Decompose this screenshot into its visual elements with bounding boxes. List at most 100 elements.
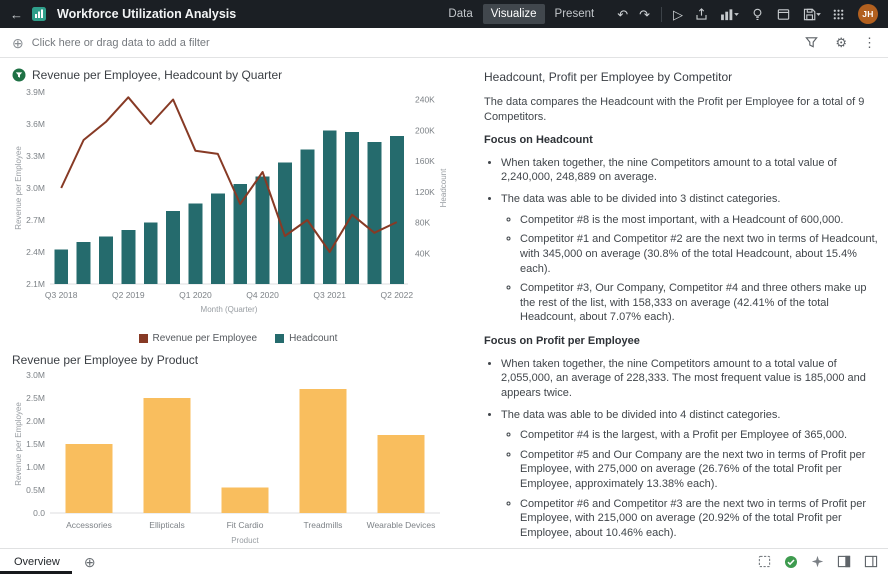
svg-text:1.0M: 1.0M [26, 462, 45, 472]
narrative-list: When taken together, the nine Competitor… [484, 357, 878, 548]
open-window-icon[interactable] [776, 7, 791, 22]
add-filter-icon[interactable]: ⊕ [12, 36, 24, 50]
svg-text:Wearable Devices: Wearable Devices [367, 520, 436, 530]
narrative-bullet: When taken together, the nine Competitor… [501, 156, 878, 185]
narrative-sub-bullet: Competitor #6 and Competitor #3 are the … [520, 497, 878, 541]
svg-text:40K: 40K [415, 248, 430, 258]
combo-chart-card[interactable]: Revenue per Employee, Headcount by Quart… [12, 66, 464, 351]
grid-menu-icon[interactable] [832, 8, 845, 21]
canvas-tab-overview[interactable]: Overview [0, 549, 78, 574]
svg-text:Q1 2020: Q1 2020 [179, 290, 212, 300]
toolbar-divider [661, 6, 662, 22]
svg-text:160K: 160K [415, 156, 435, 166]
svg-text:Treadmills: Treadmills [304, 520, 343, 530]
svg-text:3.6M: 3.6M [26, 119, 45, 129]
back-icon[interactable]: ← [10, 8, 23, 21]
bottom-panel-toggle-icon[interactable] [864, 555, 878, 568]
legend-swatch [138, 333, 148, 343]
add-canvas-icon[interactable]: ⊕ [84, 555, 96, 569]
legend-swatch [275, 333, 285, 343]
canvas-bar: Overview ⊕ [0, 548, 888, 574]
undo-icon[interactable]: ↶ [617, 8, 628, 21]
filter-bar: ⊕ Click here or drag data to add a filte… [0, 28, 888, 58]
narrative-sublist: Competitor #8 is the most important, wit… [501, 213, 878, 325]
charts-column: Revenue per Employee, Headcount by Quart… [0, 58, 466, 548]
svg-text:120K: 120K [415, 187, 435, 197]
quality-check-icon[interactable] [784, 555, 798, 569]
save-icon[interactable] [802, 7, 821, 22]
combo-chart-legend: Revenue per Employee Headcount [12, 330, 464, 346]
legend-label: Headcount [289, 332, 338, 344]
svg-text:Q3 2018: Q3 2018 [45, 290, 78, 300]
redo-icon[interactable]: ↷ [639, 8, 650, 21]
product-chart-card[interactable]: Revenue per Employee by Product 0.0 0.5M 1… [12, 351, 464, 560]
filter-funnel-icon[interactable] [804, 35, 819, 50]
filter-more-icon[interactable]: ⋮ [863, 36, 876, 49]
export-icon[interactable] [694, 7, 709, 22]
legend-item[interactable]: Revenue per Employee [138, 332, 258, 344]
svg-text:80K: 80K [415, 218, 430, 228]
svg-text:240K: 240K [415, 95, 435, 105]
canvas-bar-actions [758, 555, 878, 569]
svg-text:Headcount: Headcount [439, 168, 448, 207]
narrative-heading: Focus on Profit per Employee [484, 335, 640, 348]
filter-bar-actions: ⚙ ⋮ [804, 35, 876, 50]
svg-text:0.5M: 0.5M [26, 485, 45, 495]
svg-text:2.0M: 2.0M [26, 416, 45, 426]
top-bar-actions: Data Visualize Present ↶ ↷ ▷ JH [440, 4, 878, 24]
filter-prompt[interactable]: Click here or drag data to add a filter [32, 37, 210, 49]
combo-chart-title: Revenue per Employee, Headcount by Quart… [32, 68, 283, 82]
svg-text:2.7M: 2.7M [26, 215, 45, 225]
app-window: ← Workforce Utilization Analysis Data Vi… [0, 0, 888, 574]
svg-text:Q3 2021: Q3 2021 [313, 290, 346, 300]
narrative-sub-bullet: Competitor #8 is the most important, wit… [520, 213, 878, 228]
nav-data[interactable]: Data [440, 4, 480, 24]
svg-text:2.5M: 2.5M [26, 393, 45, 403]
canvas-layout-icon[interactable] [758, 555, 771, 568]
canvas-tab-label: Overview [14, 555, 60, 568]
svg-text:0.0: 0.0 [33, 508, 45, 518]
svg-text:Month (Quarter): Month (Quarter) [201, 305, 258, 314]
workbook-title: Workforce Utilization Analysis [57, 7, 237, 21]
right-panel-toggle-icon[interactable] [837, 555, 851, 568]
mode-nav: Data Visualize Present [440, 4, 602, 24]
nav-visualize[interactable]: Visualize [482, 4, 545, 24]
narrative-sub-bullet: Competitor #5 and Our Company are the ne… [520, 448, 878, 492]
visualization-type-icon[interactable] [720, 7, 739, 22]
narrative-list: When taken together, the nine Competitor… [484, 156, 878, 325]
svg-text:3.0M: 3.0M [26, 370, 45, 380]
svg-text:200K: 200K [415, 125, 435, 135]
svg-text:Q2 2022: Q2 2022 [381, 290, 414, 300]
nav-present[interactable]: Present [547, 4, 603, 24]
avatar[interactable]: JH [858, 4, 878, 24]
filter-settings-icon[interactable]: ⚙ [835, 36, 847, 49]
svg-text:Revenue per Employee: Revenue per Employee [14, 402, 23, 486]
auto-insights-sparkle-icon[interactable] [811, 555, 824, 568]
insights-bulb-icon[interactable] [750, 7, 765, 22]
product-bar-chart[interactable]: 0.0 0.5M 1.0M 1.5M 2.0M 2.5M 3.0M Accessories El… [12, 369, 464, 560]
legend-label: Revenue per Employee [152, 332, 258, 344]
svg-text:Revenue per Employee: Revenue per Employee [14, 146, 23, 230]
narrative-bullet: The data was able to be divided into 3 d… [501, 192, 878, 325]
svg-text:1.5M: 1.5M [26, 439, 45, 449]
narrative-sublist: Competitor #4 is the largest, with a Pro… [501, 428, 878, 548]
narrative-sub-bullet: Competitor #4 is the largest, with a Pro… [520, 428, 878, 443]
run-preview-icon[interactable]: ▷ [673, 8, 683, 21]
svg-text:3.3M: 3.3M [26, 151, 45, 161]
narrative-sub-bullet: Competitor #3, Our Company, Competitor #… [520, 281, 878, 325]
svg-text:2.4M: 2.4M [26, 247, 45, 257]
insight-filter-badge-icon[interactable] [12, 68, 26, 82]
svg-text:Ellipticals: Ellipticals [149, 520, 184, 530]
narrative-paragraph: The data compares the Headcount with the… [484, 95, 865, 123]
narrative-panel[interactable]: Headcount, Profit per Employee by Compet… [466, 58, 888, 548]
narrative-title: Headcount, Profit per Employee by Compet… [484, 70, 733, 84]
combo-chart[interactable]: 2.1M 2.4M 2.7M 3.0M 3.3M 3.6M 3.9M 40K 80K 120K 16… [12, 84, 464, 329]
legend-item[interactable]: Headcount [275, 333, 337, 344]
product-chart-title: Revenue per Employee by Product [12, 353, 199, 367]
workbook-icon [31, 6, 47, 22]
narrative-heading: Focus on Headcount [484, 134, 593, 147]
svg-text:Fit Cardio: Fit Cardio [227, 520, 264, 530]
svg-text:2.1M: 2.1M [26, 279, 45, 289]
narrative-sub-bullet: Competitor #1 and Competitor #2 are the … [520, 232, 878, 276]
svg-text:Q4 2020: Q4 2020 [246, 290, 279, 300]
